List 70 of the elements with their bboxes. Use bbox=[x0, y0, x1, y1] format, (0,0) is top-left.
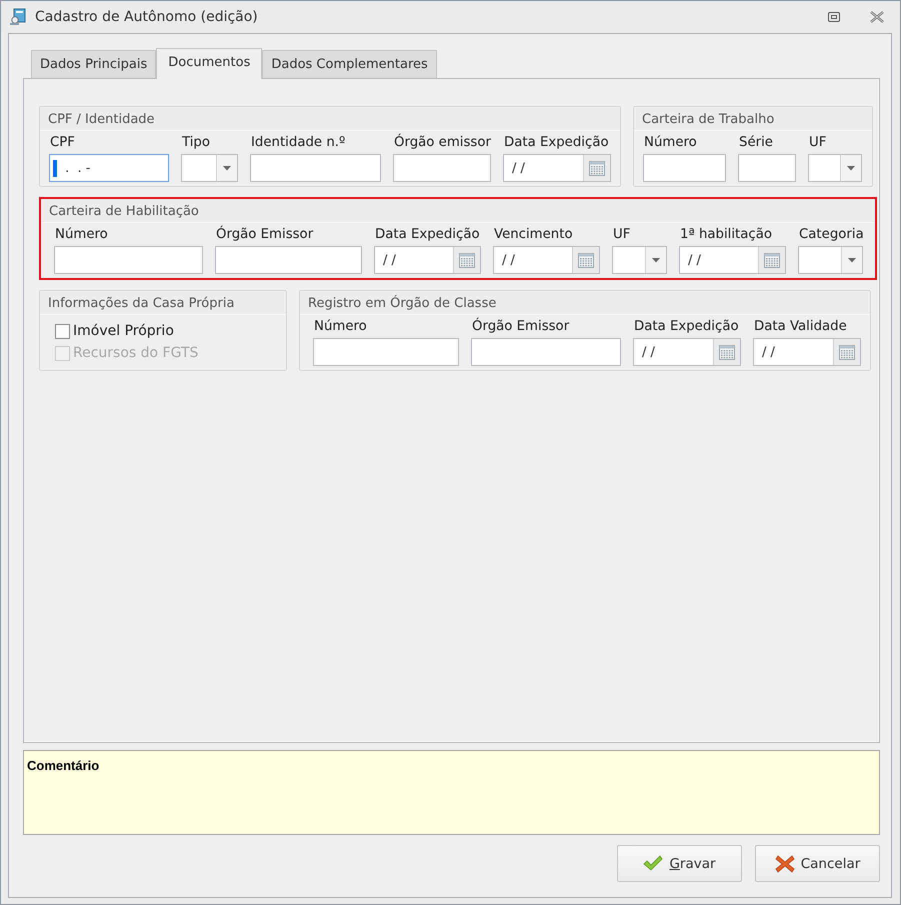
field-label: Data Expedição bbox=[375, 227, 481, 244]
input-field[interactable] bbox=[215, 246, 362, 274]
field-label: UF bbox=[613, 227, 632, 244]
field-label: Identidade n.º bbox=[251, 135, 346, 152]
group-title: Informações da Casa Própria bbox=[40, 291, 286, 315]
field-label: Tipo bbox=[182, 135, 211, 152]
input-field[interactable] bbox=[54, 246, 203, 274]
tab[interactable]: Dados Principais bbox=[31, 50, 156, 78]
tab[interactable]: Dados Complementares bbox=[262, 50, 437, 78]
date-field[interactable]: / / bbox=[679, 246, 786, 274]
checkbox: Recursos do FGTS bbox=[55, 345, 198, 361]
dropdown[interactable] bbox=[181, 154, 238, 182]
field-label: Data Expedição bbox=[634, 319, 740, 336]
field-label: Órgão Emissor bbox=[472, 319, 570, 336]
field-label: Série bbox=[739, 135, 774, 152]
date-field[interactable]: / / bbox=[503, 154, 611, 182]
dropdown-caret-icon bbox=[848, 258, 856, 262]
field-label: CPF bbox=[50, 135, 76, 152]
close-icon bbox=[774, 854, 795, 872]
dropdown-caret-icon bbox=[652, 258, 660, 262]
input-field[interactable] bbox=[393, 154, 491, 182]
input-field[interactable] bbox=[250, 154, 381, 182]
save-button[interactable]: Gravar bbox=[617, 845, 742, 882]
dropdown-caret-icon bbox=[223, 166, 231, 170]
restore-icon[interactable] bbox=[828, 12, 840, 22]
button-label: Cancelar bbox=[800, 856, 860, 872]
tab[interactable]: Documentos bbox=[156, 48, 262, 79]
window-title: Cadastro de Autônomo (edição) bbox=[35, 9, 258, 25]
comment-field[interactable]: Comentário bbox=[23, 750, 880, 835]
input-field[interactable]: . . - bbox=[49, 154, 169, 182]
comment-label: Comentário bbox=[27, 758, 100, 773]
field-label: Número bbox=[55, 227, 109, 244]
field-label: Categoria bbox=[799, 227, 864, 244]
check-icon bbox=[643, 854, 664, 872]
calendar-icon[interactable] bbox=[458, 251, 476, 269]
button-label: Gravar bbox=[669, 856, 716, 872]
close-icon[interactable] bbox=[870, 11, 884, 23]
calendar-icon[interactable] bbox=[838, 343, 856, 361]
calendar-icon[interactable] bbox=[588, 159, 606, 177]
date-field[interactable]: / / bbox=[374, 246, 481, 274]
calendar-icon[interactable] bbox=[763, 251, 781, 269]
field-label: Órgão Emissor bbox=[216, 227, 314, 244]
field-label: Número bbox=[314, 319, 368, 336]
group-title: Carteira de Trabalho bbox=[634, 107, 872, 131]
dropdown-caret-icon bbox=[847, 166, 855, 170]
dropdown[interactable] bbox=[798, 246, 863, 274]
cancel-button[interactable]: Cancelar bbox=[755, 845, 880, 882]
group-title: Registro em Órgão de Classe bbox=[300, 291, 870, 315]
app-icon bbox=[9, 8, 27, 26]
field-label: Data Expedição bbox=[504, 135, 610, 152]
input-field[interactable] bbox=[471, 338, 621, 366]
date-field[interactable]: / / bbox=[753, 338, 861, 366]
calendar-icon[interactable] bbox=[577, 251, 595, 269]
group-title: CPF / Identidade bbox=[40, 107, 620, 131]
field-label: UF bbox=[809, 135, 828, 152]
dropdown[interactable] bbox=[808, 154, 862, 182]
date-field[interactable]: / / bbox=[633, 338, 741, 366]
field-label: 1ª habilitação bbox=[680, 227, 774, 244]
text-cursor bbox=[53, 160, 57, 176]
field-label: Vencimento bbox=[494, 227, 574, 244]
field-label: Órgão emissor bbox=[394, 135, 491, 152]
calendar-icon[interactable] bbox=[718, 343, 736, 361]
field-label: Número bbox=[644, 135, 698, 152]
input-field[interactable] bbox=[738, 154, 796, 182]
checkbox[interactable]: Imóvel Próprio bbox=[55, 323, 174, 339]
date-field[interactable]: / / bbox=[493, 246, 600, 274]
field-label: Data Validade bbox=[754, 319, 848, 336]
input-field[interactable] bbox=[643, 154, 726, 182]
input-field[interactable] bbox=[313, 338, 459, 366]
dropdown[interactable] bbox=[612, 246, 667, 274]
